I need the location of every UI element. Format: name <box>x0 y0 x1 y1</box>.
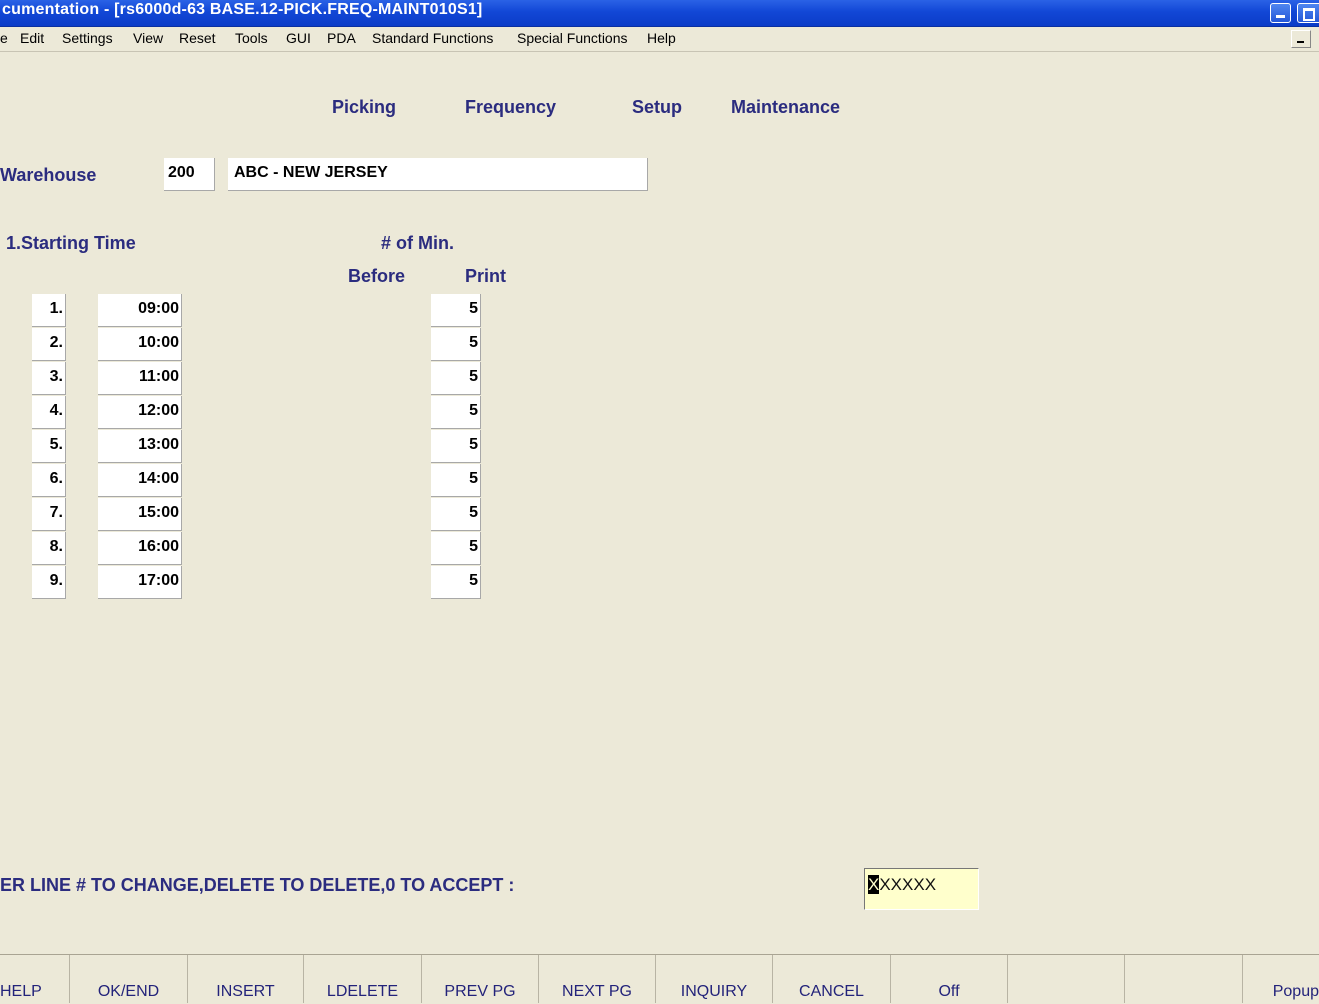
help-key-button[interactable]: HELP <box>0 955 70 1003</box>
window-title: cumentation - [rs6000d-63 BASE.12-PICK.F… <box>2 1 483 18</box>
minimize-window-button[interactable] <box>1270 3 1291 23</box>
starting-time-label: 1.Starting Time <box>6 233 136 253</box>
off-key-button[interactable]: Off <box>891 955 1008 1003</box>
heading-frequency: Frequency <box>465 97 557 117</box>
menu-help[interactable]: Help <box>647 30 676 46</box>
starting-time-field[interactable]: 12:00 <box>98 396 182 429</box>
insert-key-button[interactable]: INSERT <box>188 955 304 1003</box>
minutes-column-label: # of Min. <box>381 233 454 253</box>
maximize-window-button[interactable] <box>1297 3 1319 23</box>
text-cursor: X <box>868 875 880 894</box>
menu-settings[interactable]: Settings <box>62 30 113 46</box>
line-number: 1. <box>32 294 66 327</box>
heading-maintenance: Maintenance <box>731 97 841 117</box>
menu-tools[interactable]: Tools <box>235 30 268 46</box>
minutes-before-print-field[interactable]: 5 <box>431 464 481 497</box>
line-number: 9. <box>32 566 66 599</box>
line-number: 7. <box>32 498 66 531</box>
maximize-icon <box>1303 8 1315 21</box>
menu-standard-functions[interactable]: Standard Functions <box>372 30 493 46</box>
child-minimize-button[interactable] <box>1291 30 1311 48</box>
starting-time-field[interactable]: 15:00 <box>98 498 182 531</box>
minutes-before-print-field[interactable]: 5 <box>431 362 481 395</box>
prev-page-key-button[interactable]: PREV PG <box>422 955 539 1003</box>
menu-bar: e Edit Settings View Reset Tools GUI PDA… <box>0 27 1319 52</box>
line-number: 4. <box>32 396 66 429</box>
blank-key-button[interactable] <box>1125 955 1243 1003</box>
line-number: 5. <box>32 430 66 463</box>
starting-time-field[interactable]: 16:00 <box>98 532 182 565</box>
line-number: 8. <box>32 532 66 565</box>
inquiry-key-button[interactable]: INQUIRY <box>656 955 773 1003</box>
heading-picking: Picking <box>332 97 397 117</box>
warehouse-label: Warehouse <box>0 165 97 185</box>
menu-gui[interactable]: GUI <box>286 30 311 46</box>
next-page-key-button[interactable]: NEXT PG <box>539 955 656 1003</box>
minutes-before-print-field[interactable]: 5 <box>431 430 481 463</box>
title-bar: cumentation - [rs6000d-63 BASE.12-PICK.F… <box>0 0 1319 27</box>
print-column-label: Print <box>465 266 507 286</box>
minutes-before-print-field[interactable]: 5 <box>431 396 481 429</box>
menu-file[interactable]: e <box>0 30 8 46</box>
menu-edit[interactable]: Edit <box>20 30 44 46</box>
line-number: 2. <box>32 328 66 361</box>
command-input-value: XXXXX <box>879 875 937 894</box>
before-column-label: Before <box>348 266 406 286</box>
command-prompt: ER LINE # TO CHANGE,DELETE TO DELETE,0 T… <box>0 875 515 895</box>
minutes-before-print-field[interactable]: 5 <box>431 532 481 565</box>
ok-end-key-button[interactable]: OK/END <box>70 955 188 1003</box>
minutes-before-print-field[interactable]: 5 <box>431 294 481 327</box>
blank-key-button[interactable] <box>1008 955 1125 1003</box>
starting-time-field[interactable]: 11:00 <box>98 362 182 395</box>
heading-setup: Setup <box>632 97 683 117</box>
starting-time-field[interactable]: 14:00 <box>98 464 182 497</box>
minutes-before-print-field[interactable]: 5 <box>431 566 481 599</box>
starting-time-field[interactable]: 13:00 <box>98 430 182 463</box>
minimize-icon <box>1276 15 1285 18</box>
menu-reset[interactable]: Reset <box>179 30 216 46</box>
function-key-bar: HELP OK/END INSERT LDELETE PREV PG NEXT … <box>0 954 1319 1004</box>
warehouse-code-field[interactable]: 200 <box>164 158 215 191</box>
line-number: 6. <box>32 464 66 497</box>
ldelete-key-button[interactable]: LDELETE <box>304 955 422 1003</box>
line-number: 3. <box>32 362 66 395</box>
minutes-before-print-field[interactable]: 5 <box>431 328 481 361</box>
menu-special-functions[interactable]: Special Functions <box>517 30 628 46</box>
starting-time-field[interactable]: 10:00 <box>98 328 182 361</box>
popup-key-button[interactable]: Popup <box>1243 955 1319 1003</box>
warehouse-name-field: ABC - NEW JERSEY <box>228 158 648 191</box>
minutes-before-print-field[interactable]: 5 <box>431 498 481 531</box>
menu-pda[interactable]: PDA <box>327 30 356 46</box>
starting-time-field[interactable]: 17:00 <box>98 566 182 599</box>
cancel-key-button[interactable]: CANCEL <box>773 955 891 1003</box>
menu-view[interactable]: View <box>133 30 163 46</box>
command-input[interactable]: XXXXXX <box>864 868 979 910</box>
starting-time-field[interactable]: 09:00 <box>98 294 182 327</box>
minimize-icon <box>1297 41 1304 43</box>
